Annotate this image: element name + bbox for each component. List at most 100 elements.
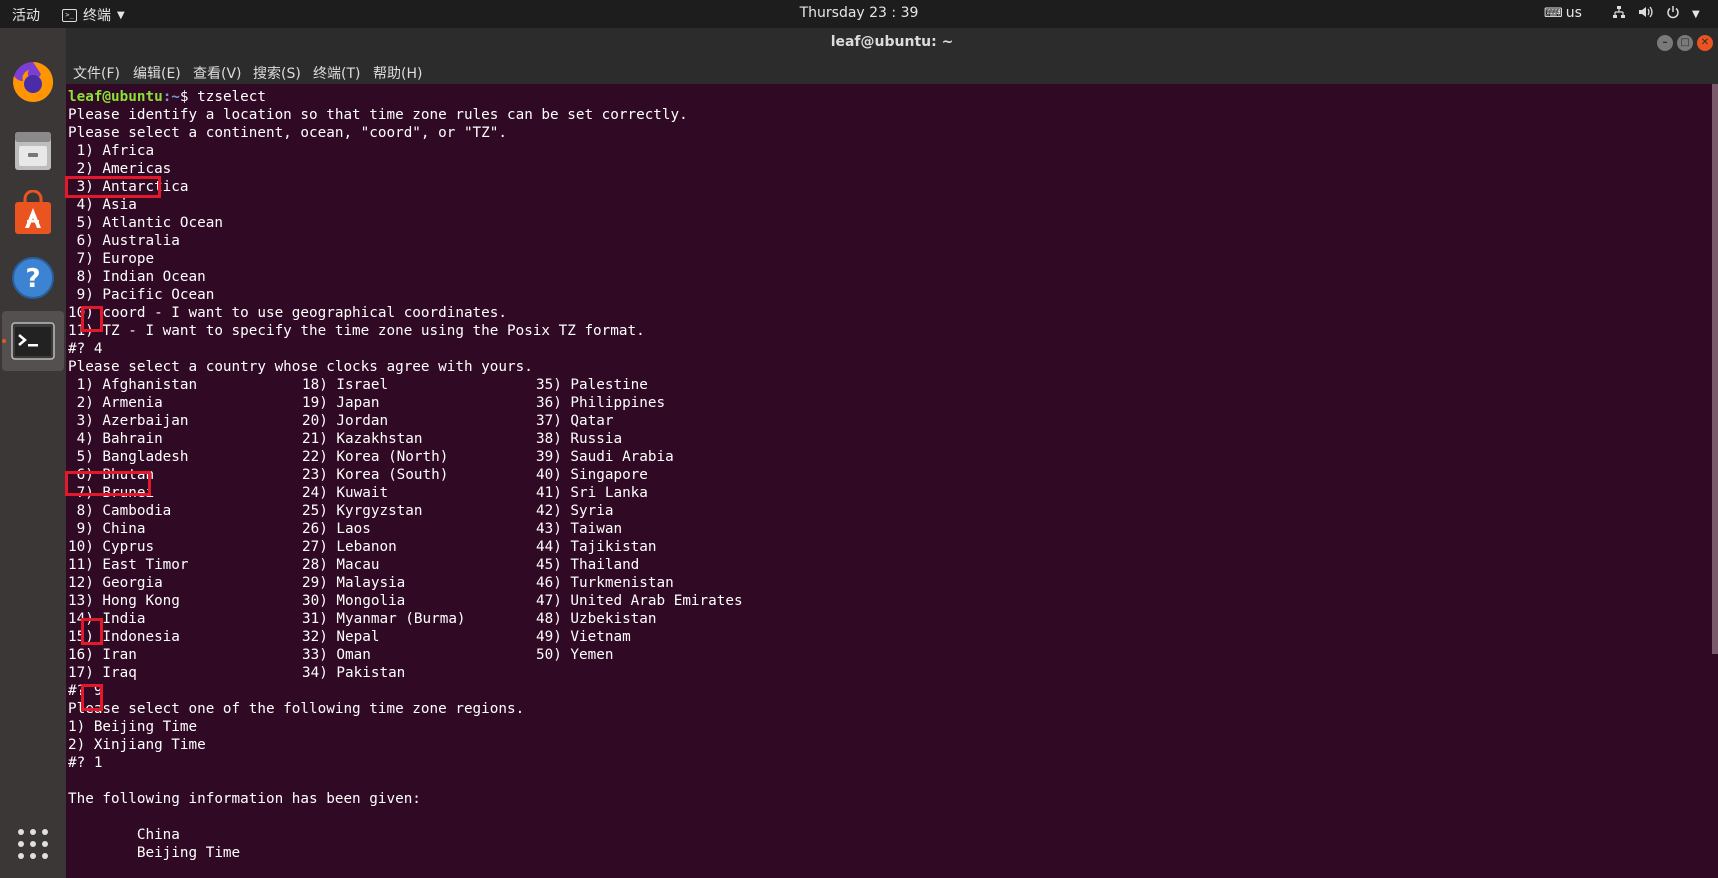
- country-row: 7) Brunei 24) Kuwait 41) Sri Lanka: [68, 484, 688, 502]
- prompt-line: leaf@ubuntu:~$ tzselect: [68, 88, 688, 106]
- region-option-beijing: 1) Beijing Time: [68, 719, 198, 735]
- close-button[interactable]: ✕: [1697, 35, 1713, 51]
- country-option: 24) Kuwait: [302, 485, 389, 501]
- country-row: 16) Iran 33) Oman 50) Yemen: [68, 646, 688, 664]
- country-option: 10) Cyprus: [68, 539, 155, 555]
- country-option: 18) Israel: [302, 377, 389, 393]
- country-option: 3) Azerbaijan: [68, 413, 189, 429]
- country-option: 28) Macau: [302, 557, 380, 573]
- country-option: 45) Thailand: [536, 557, 640, 573]
- terminal-view[interactable]: leaf@ubuntu:~$ tzselect Please identify …: [65, 84, 1712, 878]
- highlight-box-answer-9: [81, 618, 103, 645]
- country-row: 8) Cambodia 25) Kyrgyzstan 42) Syria: [68, 502, 688, 520]
- country-option: 40) Singapore: [536, 467, 648, 483]
- country-option: 4) Bahrain: [68, 431, 163, 447]
- prompt-user: leaf@ubuntu: [68, 89, 163, 105]
- country-row: 15) Indonesia 32) Nepal 49) Vietnam: [68, 628, 688, 646]
- country-table: 1) Afghanistan 18) Israel 35) Palestine 2)…: [68, 376, 743, 682]
- running-indicator: [2, 339, 6, 343]
- prompt-command: $ tzselect: [179, 89, 266, 105]
- svg-text:?: ?: [25, 264, 40, 294]
- software-center-icon[interactable]: [9, 189, 57, 238]
- country-row: 5) Bangladesh 22) Korea (North) 39) Saudi …: [68, 448, 688, 466]
- answer-line: #? 1: [68, 755, 103, 771]
- output-line: Please identify a location so that time …: [68, 107, 688, 123]
- minimize-button[interactable]: –: [1657, 35, 1673, 51]
- country-row: 6) Bhutan 23) Korea (South) 40) Singapore: [68, 466, 688, 484]
- country-option: 38) Russia: [536, 431, 623, 447]
- dock-terminal-slot[interactable]: [2, 311, 64, 371]
- continent-option: 9) Pacific Ocean: [68, 287, 215, 303]
- menu-edit[interactable]: 编辑(E): [133, 63, 181, 83]
- region-option: 2) Xinjiang Time: [68, 737, 206, 753]
- firefox-icon[interactable]: [9, 58, 57, 106]
- top-bar: 活动 >_ 终端 ▼ Thursday 23 : 39 ⌨ us ▼: [0, 0, 1718, 28]
- continent-option: 5) Atlantic Ocean: [68, 215, 223, 231]
- continent-option: 7) Europe: [68, 251, 155, 267]
- country-option: 19) Japan: [302, 395, 380, 411]
- highlight-box-china: [65, 471, 151, 496]
- country-option: 35) Palestine: [536, 377, 648, 393]
- highlight-box-asia: [65, 176, 161, 198]
- menu-file[interactable]: 文件(F): [73, 63, 120, 83]
- country-option: 32) Nepal: [302, 629, 380, 645]
- country-option: 44) Tajikistan: [536, 539, 657, 555]
- menu-terminal[interactable]: 终端(T): [313, 63, 360, 83]
- answer-line: #? 9: [68, 683, 103, 699]
- country-option: 9) China: [68, 521, 146, 537]
- menu-view[interactable]: 查看(V): [193, 63, 242, 83]
- menu-search[interactable]: 搜索(S): [253, 63, 301, 83]
- files-icon[interactable]: [9, 126, 57, 174]
- country-row: 3) Azerbaijan 20) Jordan 37) Qatar: [68, 412, 688, 430]
- country-option: 25) Kyrgyzstan: [302, 503, 423, 519]
- country-option: 11) East Timor: [68, 557, 189, 573]
- country-row: 2) Armenia 19) Japan 36) Philippines: [68, 394, 688, 412]
- country-option: 22) Korea (North): [302, 449, 449, 465]
- window-titlebar[interactable]: leaf@ubuntu: ~ – □ ✕: [66, 28, 1718, 58]
- terminal-icon[interactable]: [9, 317, 57, 365]
- terminal-scrollbar[interactable]: [1712, 84, 1718, 654]
- country-option: 1) Afghanistan: [68, 377, 198, 393]
- window-title: leaf@ubuntu: ~: [830, 34, 954, 50]
- country-option: 37) Qatar: [536, 413, 614, 429]
- power-icon: [1666, 5, 1680, 23]
- keyboard-layout-indicator[interactable]: ⌨ us: [1544, 5, 1582, 21]
- keyboard-layout-label: us: [1565, 5, 1582, 21]
- country-option: 42) Syria: [536, 503, 614, 519]
- info-line: Beijing Time: [68, 845, 241, 861]
- country-option: 48) Uzbekistan: [536, 611, 657, 627]
- country-option: 46) Turkmenistan: [536, 575, 674, 591]
- continent-option: 10) coord - I want to use geographical c…: [68, 305, 507, 321]
- answer-line: #? 4: [68, 341, 103, 357]
- maximize-button[interactable]: □: [1677, 35, 1693, 51]
- show-applications-icon[interactable]: [9, 820, 57, 868]
- system-tray[interactable]: ▼: [1612, 5, 1700, 23]
- menu-help[interactable]: 帮助(H): [373, 63, 422, 83]
- clock[interactable]: Thursday 23 : 39: [0, 5, 1718, 21]
- help-icon[interactable]: ?: [9, 254, 57, 302]
- info-line: China: [68, 827, 180, 843]
- highlight-box-answer-1: [81, 684, 103, 711]
- country-row: 17) Iraq 34) Pakistan: [68, 664, 688, 682]
- country-row: 1) Afghanistan 18) Israel 35) Palestine: [68, 376, 688, 394]
- continent-option: 1) Africa: [68, 143, 155, 159]
- output-line: The following information has been given…: [68, 791, 421, 807]
- country-option: 50) Yemen: [536, 647, 614, 663]
- menu-bar: 文件(F) 编辑(E) 查看(V) 搜索(S) 终端(T) 帮助(H): [66, 58, 1718, 84]
- country-option: 31) Myanmar (Burma): [302, 611, 466, 627]
- country-option: 16) Iran: [68, 647, 137, 663]
- country-option: 34) Pakistan: [302, 665, 406, 681]
- country-row: 4) Bahrain 21) Kazakhstan 38) Russia: [68, 430, 688, 448]
- output-line: Please select a continent, ocean, "coord…: [68, 125, 507, 141]
- country-option: 13) Hong Kong: [68, 593, 180, 609]
- country-row: 12) Georgia 29) Malaysia 46) Turkmenistan: [68, 574, 688, 592]
- country-option: 12) Georgia: [68, 575, 163, 591]
- keyboard-icon: ⌨: [1544, 5, 1563, 21]
- country-option: 33) Oman: [302, 647, 371, 663]
- network-icon: [1612, 5, 1626, 23]
- country-row: 11) East Timor 28) Macau 45) Thailand: [68, 556, 688, 574]
- terminal-output: leaf@ubuntu:~$ tzselect Please identify …: [68, 88, 743, 862]
- dock: ?: [0, 28, 66, 878]
